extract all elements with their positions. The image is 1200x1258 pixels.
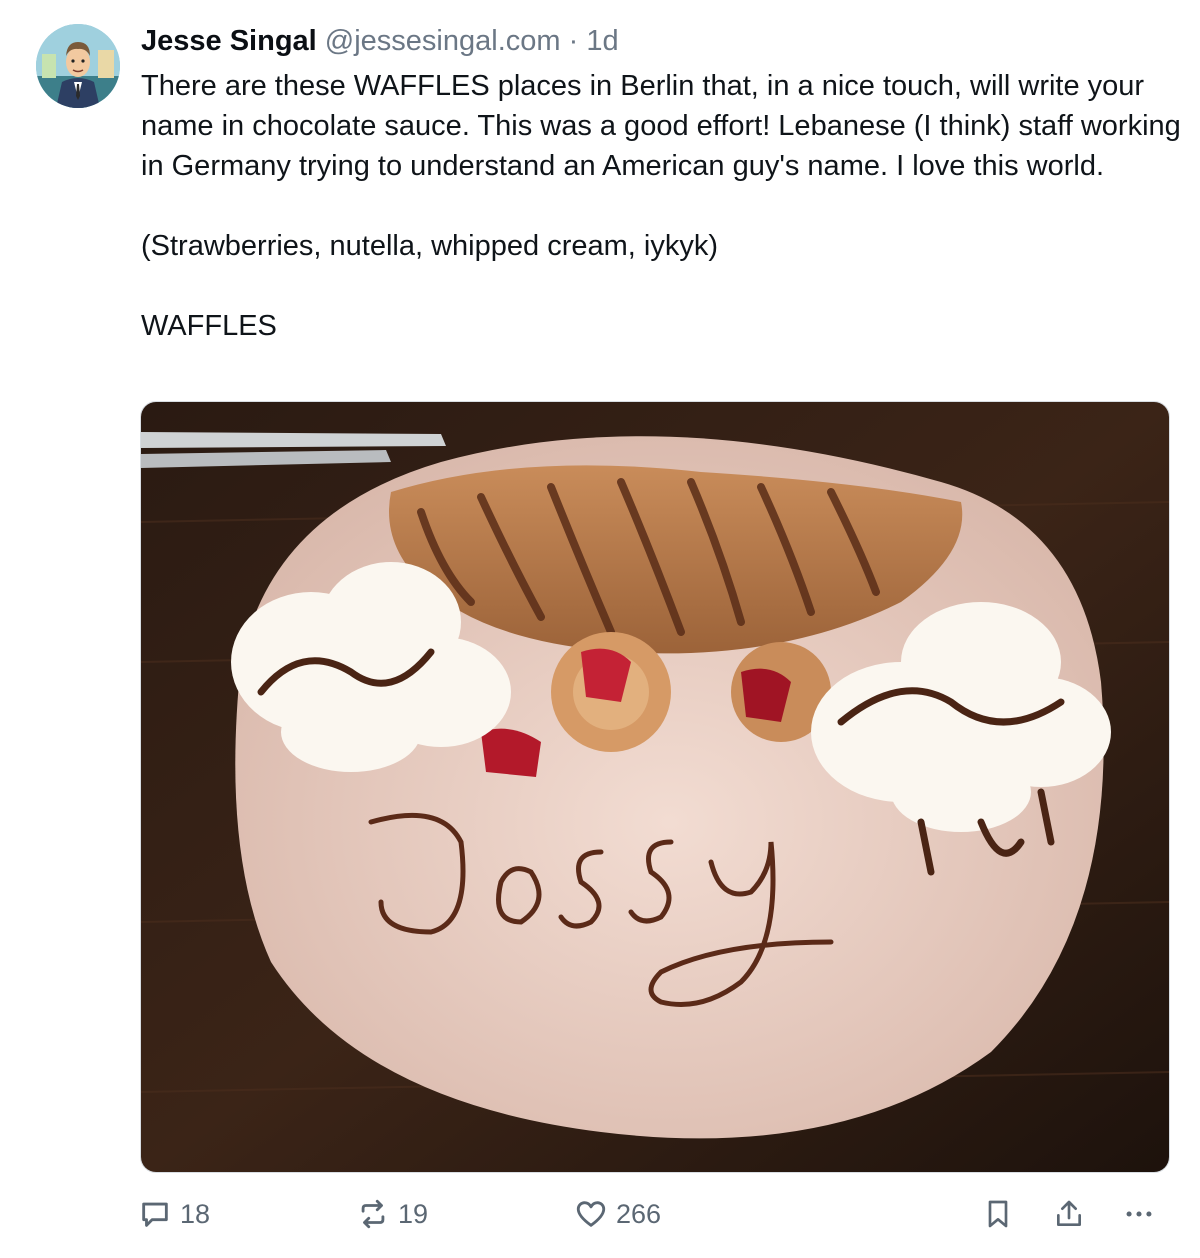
post-paragraph: WAFFLES (141, 310, 277, 342)
repost-arrows-icon (361, 1199, 385, 1229)
post-image[interactable] (140, 401, 1170, 1173)
waffle-plate-photo (141, 402, 1169, 1172)
share-button[interactable] (1053, 1190, 1085, 1238)
post: Jesse Singal @jessesingal.com · 1d There… (0, 0, 1200, 1258)
repost-button[interactable]: 19 (356, 1190, 428, 1238)
share-icon (1057, 1200, 1081, 1226)
cartoon-avatar-icon (36, 24, 120, 108)
like-count: 266 (616, 1198, 662, 1229)
author-name[interactable]: Jesse Singal (141, 25, 317, 57)
repost-count: 19 (398, 1198, 429, 1229)
more-dots-icon (1126, 1211, 1152, 1217)
author-avatar[interactable] (36, 24, 120, 108)
heart-icon (576, 1201, 606, 1227)
post-text: There are these WAFFLES places in Berlin… (141, 66, 1181, 346)
post-timestamp[interactable]: 1d (586, 25, 618, 57)
bookmark-button[interactable] (982, 1190, 1014, 1238)
like-button[interactable]: 266 (574, 1190, 661, 1238)
reply-bubble-icon (142, 1202, 168, 1227)
reply-count: 18 (180, 1198, 211, 1229)
post-actions: 18 19 266 (0, 1190, 1200, 1240)
post-header: Jesse Singal @jessesingal.com · 1d (141, 22, 619, 60)
author-handle[interactable]: @jessesingal.com (325, 25, 561, 57)
post-paragraph: (Strawberries, nutella, whipped cream, i… (141, 230, 718, 262)
reply-button[interactable]: 18 (138, 1190, 210, 1238)
header-separator: · (568, 25, 579, 57)
post-paragraph: There are these WAFFLES places in Berlin… (141, 70, 1181, 182)
more-options-button[interactable] (1122, 1190, 1156, 1238)
bookmark-icon (988, 1200, 1008, 1228)
